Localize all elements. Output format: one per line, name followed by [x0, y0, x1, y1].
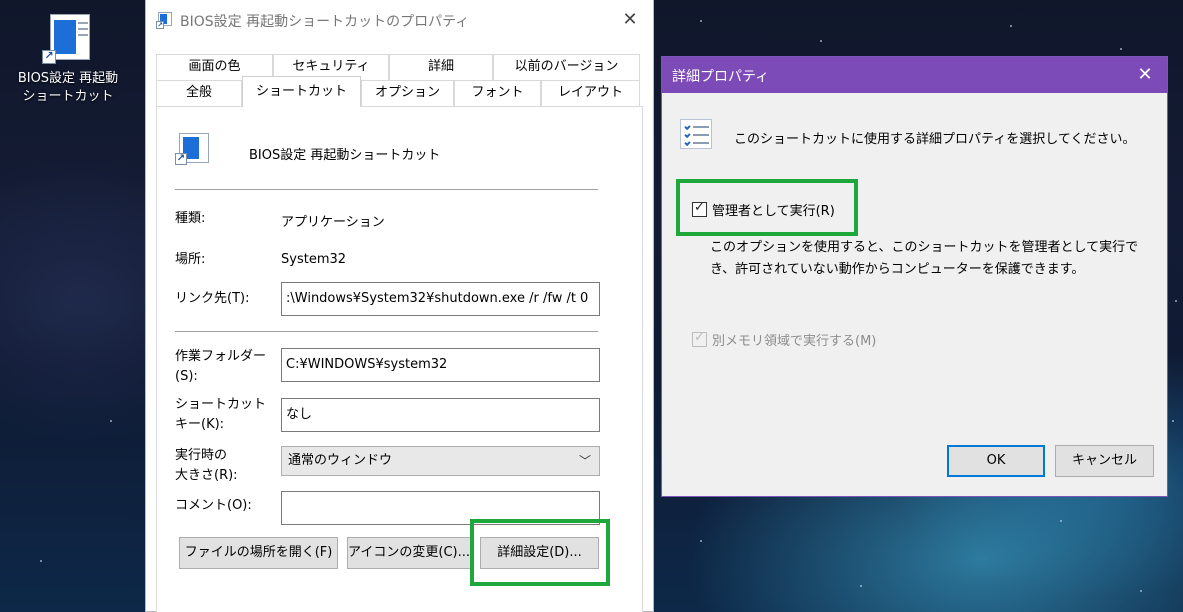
tab-general[interactable]: 全般	[156, 80, 242, 106]
titlebar-app-icon: ↗	[156, 12, 172, 29]
workdir-label: 作業フォルダー (S):	[175, 349, 267, 384]
checklist-icon	[680, 119, 712, 149]
workdir-input[interactable]: C:¥WINDOWS¥system32	[281, 348, 600, 382]
tab-font[interactable]: フォント	[454, 80, 541, 106]
desktop-shortcut[interactable]: ↗ BIOS設定 再起動 ショートカット	[6, 10, 130, 106]
advanced-title: 詳細プロパティ	[672, 69, 770, 85]
highlight-box	[676, 179, 858, 236]
close-icon[interactable]: ✕	[607, 0, 653, 40]
close-icon[interactable]: ✕	[1123, 57, 1167, 93]
advanced-properties-dialog: 詳細プロパティ ✕ このショートカットに使用する詳細プロパティを選択してください…	[661, 56, 1168, 497]
run-as-admin-description: このオプションを使用すると、このショートカットを管理者として実行で き、許可され…	[710, 240, 1139, 277]
cancel-button[interactable]: キャンセル	[1055, 445, 1154, 477]
separate-memory-option: ✓ 別メモリ領域で実行する(M)	[692, 329, 952, 351]
highlight-box	[470, 519, 610, 586]
advanced-prompt: このショートカットに使用する詳細プロパティを選択してください。	[734, 132, 1136, 147]
runsize-value: 通常のウィンドウ	[288, 453, 393, 468]
desktop-icon-label: BIOS設定 再起動 ショートカット	[17, 71, 119, 104]
runsize-label: 実行時の 大きさ(R):	[175, 448, 238, 483]
location-value: System32	[281, 252, 347, 267]
shortcut-large-icon: ↗	[175, 131, 215, 171]
shortcut-arrow-icon: ↗	[42, 50, 56, 64]
shortcut-app-icon: ↗	[40, 10, 96, 66]
shortcut-name: BIOS設定 再起動ショートカット	[249, 148, 441, 163]
runsize-select[interactable]: 通常のウィンドウ ﹀	[281, 446, 600, 476]
location-label: 場所:	[175, 252, 206, 267]
ok-button[interactable]: OK	[947, 445, 1045, 477]
hotkey-label: ショートカット キー(K):	[175, 397, 267, 432]
divider	[175, 189, 598, 190]
tab-row-2: 全般 ショートカット オプション フォント レイアウト	[156, 76, 640, 107]
properties-dialog: ↗ BIOS設定 再起動ショートカットのプロパティ ✕ 画面の色 セキュリティ …	[145, 0, 654, 612]
checkmark-icon: ✓	[694, 330, 705, 345]
tab-layout[interactable]: レイアウト	[541, 80, 640, 106]
divider	[175, 331, 598, 332]
target-input[interactable]: :\Windows¥System32¥shutdown.exe /r /fw /…	[281, 282, 600, 316]
type-label: 種類:	[175, 211, 206, 226]
properties-titlebar[interactable]: ↗ BIOS設定 再起動ショートカットのプロパティ ✕	[146, 0, 653, 40]
chevron-down-icon: ﹀	[578, 454, 591, 468]
hotkey-input[interactable]: なし	[281, 398, 600, 432]
shortcut-tab-panel: ↗ BIOS設定 再起動ショートカット 種類: アプリケーション 場所: Sys…	[156, 106, 643, 612]
separate-memory-label: 別メモリ領域で実行する(M)	[712, 334, 877, 349]
tab-details[interactable]: 詳細	[389, 54, 493, 80]
advanced-titlebar[interactable]: 詳細プロパティ ✕	[662, 57, 1167, 93]
tab-options[interactable]: オプション	[361, 80, 454, 106]
comment-label: コメント(O):	[175, 498, 252, 513]
separate-memory-checkbox: ✓	[692, 330, 707, 347]
tab-row-1: 画面の色 セキュリティ 詳細 以前のバージョン	[156, 54, 640, 80]
tab-shortcut[interactable]: ショートカット	[242, 76, 361, 107]
open-file-location-button[interactable]: ファイルの場所を開く(F)	[179, 537, 338, 569]
change-icon-button[interactable]: アイコンの変更(C)...	[347, 537, 471, 569]
type-value: アプリケーション	[281, 215, 385, 230]
target-label: リンク先(T):	[175, 291, 250, 306]
tab-previous-versions[interactable]: 以前のバージョン	[493, 54, 640, 80]
properties-title: BIOS設定 再起動ショートカットのプロパティ	[180, 14, 470, 30]
